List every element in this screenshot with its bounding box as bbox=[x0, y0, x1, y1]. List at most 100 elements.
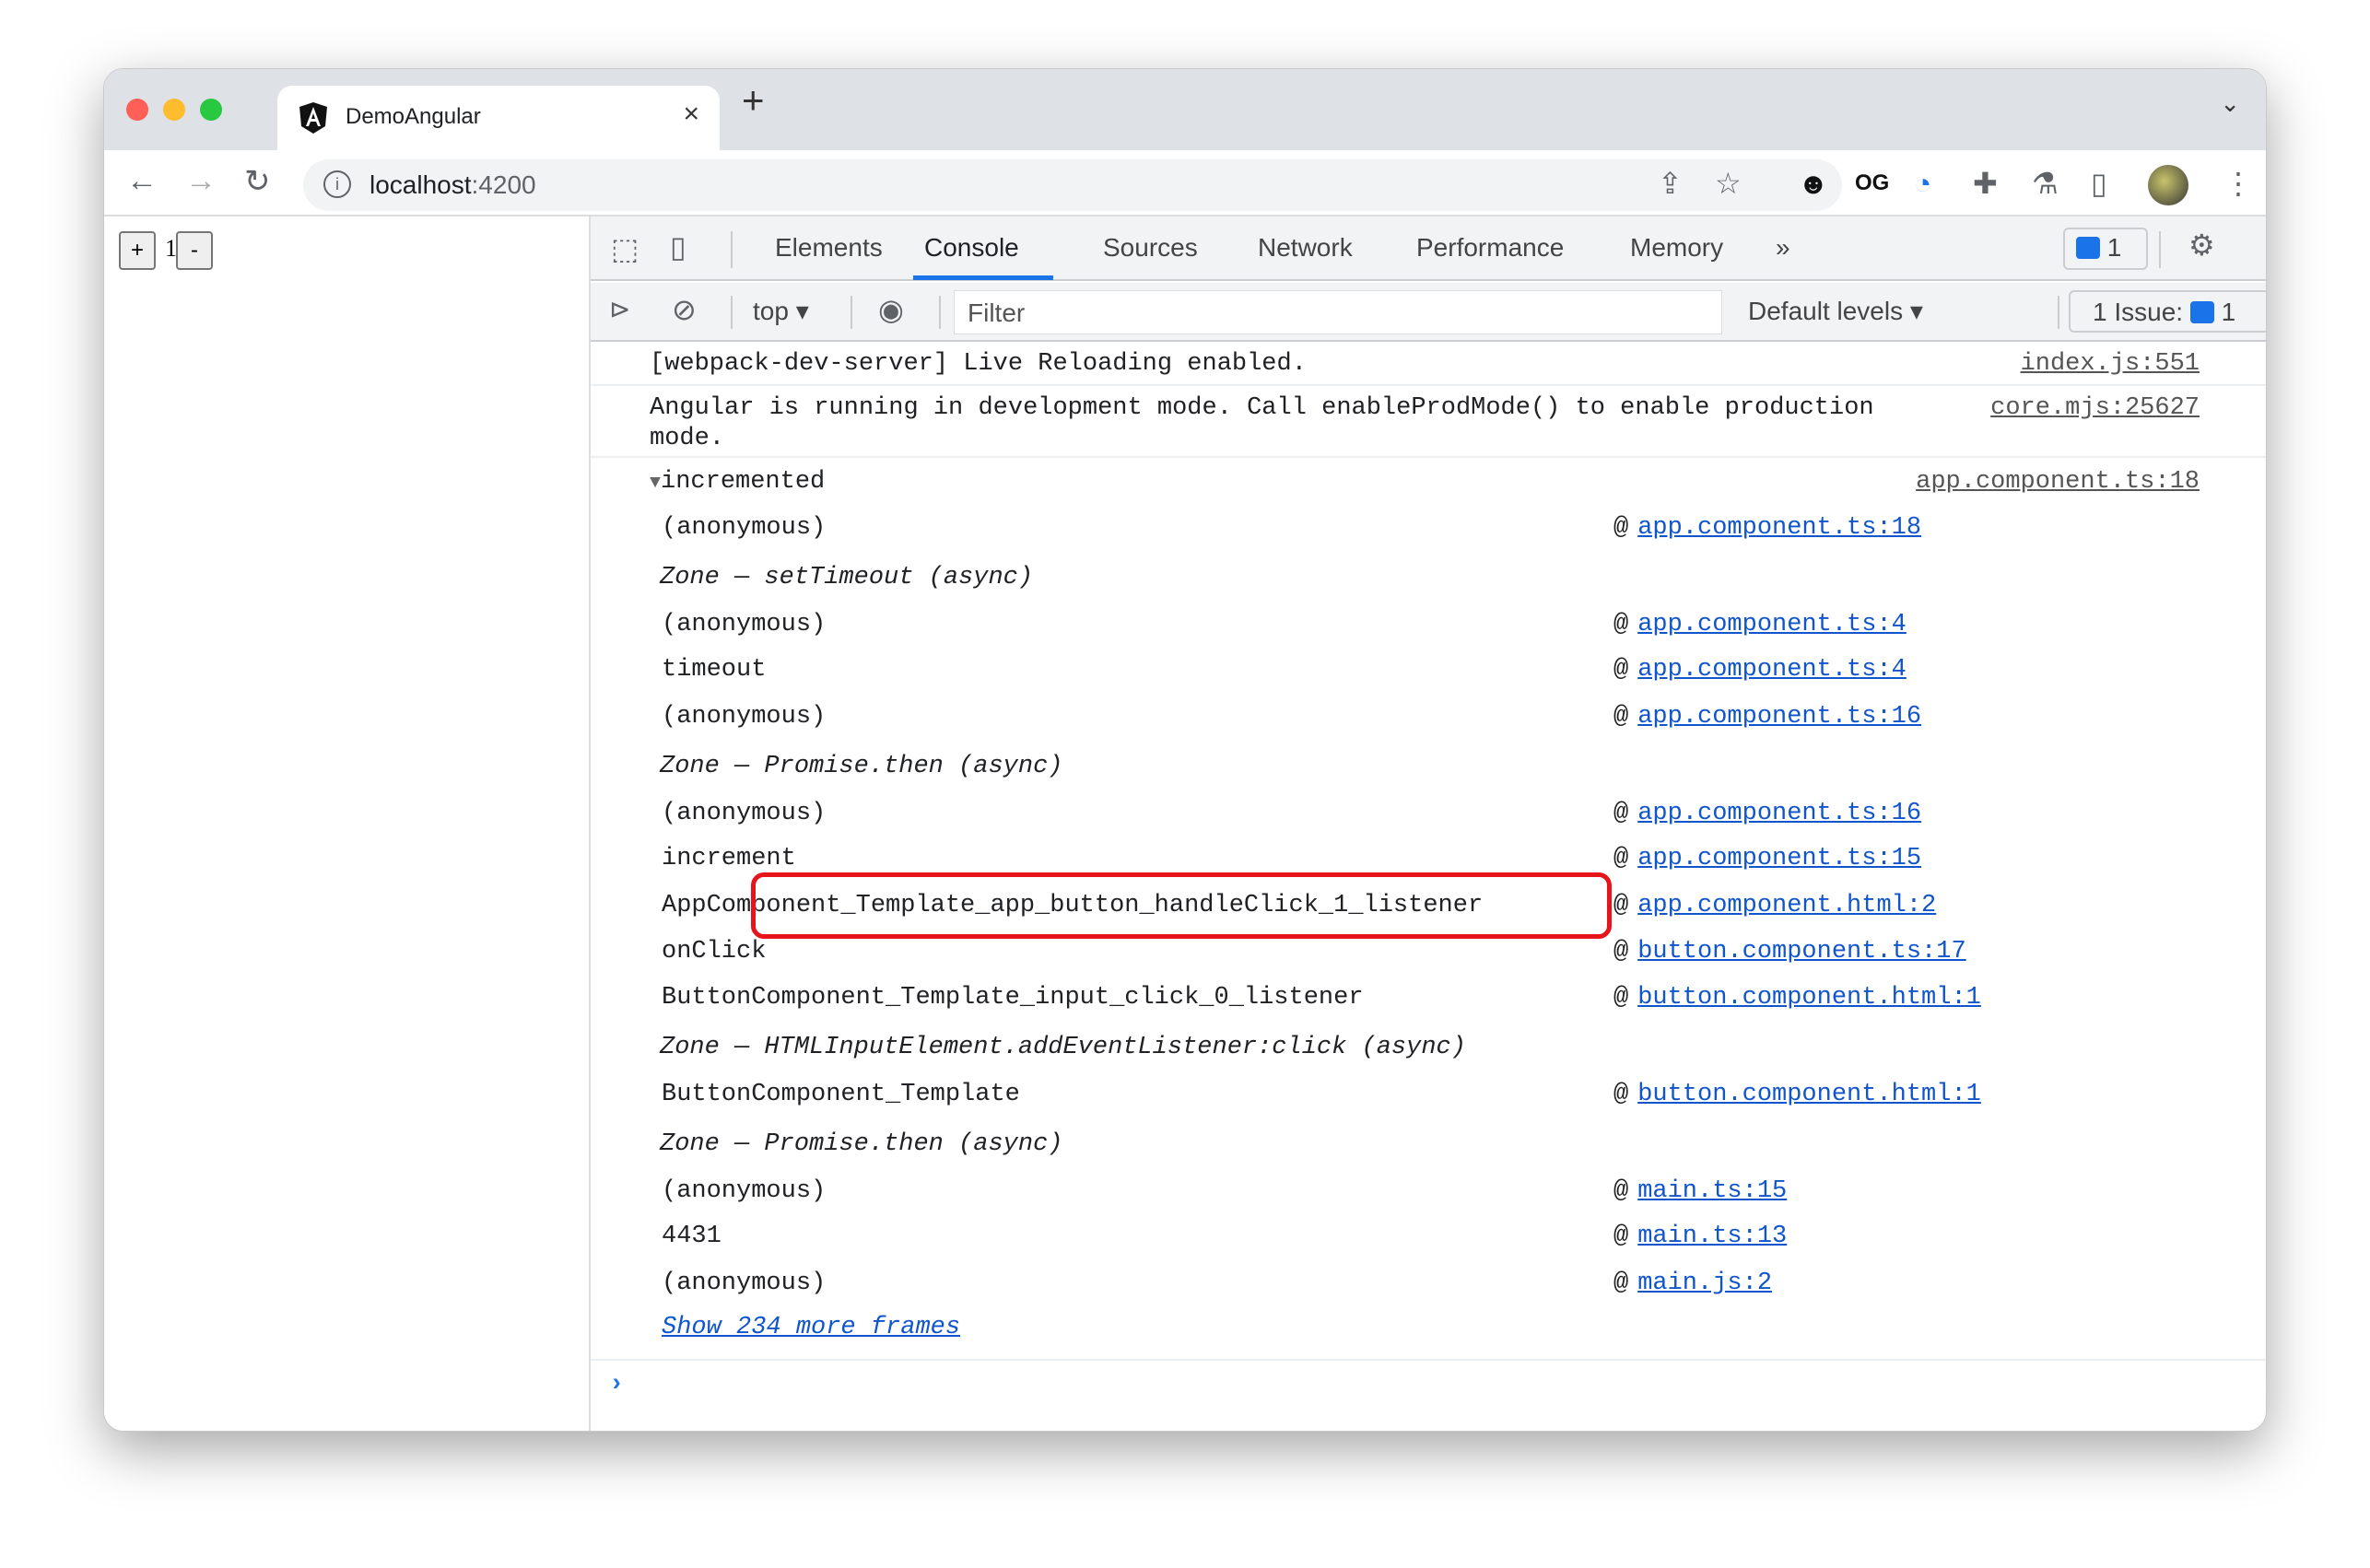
stack-frame-link[interactable]: main.ts:13 bbox=[1637, 1223, 1787, 1250]
sidebar-toggle-icon[interactable]: ⊳ bbox=[609, 294, 630, 324]
live-expression-eye-icon[interactable]: ◉ bbox=[878, 292, 904, 327]
group-label: incremented bbox=[661, 468, 826, 496]
group-toggle[interactable]: ▼incremented bbox=[650, 467, 825, 498]
issues-count: 1 bbox=[2221, 298, 2236, 326]
browser-toolbar: ← → ↻ i localhost:4200 ⇪ ☆ ☻ OG ◔ ✚ ⚗ ▯ … bbox=[104, 150, 2266, 216]
devtools-tab-bar: ⬚ ▯ Elements Console Sources Network Per… bbox=[591, 216, 2266, 281]
stack-frame-function: timeout bbox=[662, 656, 767, 684]
more-tabs-icon[interactable]: » bbox=[1776, 233, 1790, 263]
highlight-box bbox=[751, 872, 1612, 939]
message-source-link[interactable]: index.js:551 bbox=[2021, 349, 2200, 379]
show-more-frames-link[interactable]: Show 234 more frames bbox=[662, 1313, 960, 1342]
tab-performance[interactable]: Performance bbox=[1416, 233, 1564, 263]
at-sign: @ bbox=[1613, 703, 1629, 731]
star-icon[interactable]: ☆ bbox=[1715, 165, 1742, 202]
context-selector[interactable]: top ▾ bbox=[753, 296, 809, 326]
stack-frame-link[interactable]: button.component.html:1 bbox=[1637, 1081, 1981, 1108]
share-icon[interactable]: ⇪ bbox=[1658, 165, 1683, 202]
console-toolbar: ⊳ ⊘ top ▾ ◉ Filter Default levels ▾ 1 Is… bbox=[591, 283, 2266, 342]
flask-labs-icon[interactable]: ⚗ bbox=[2032, 165, 2059, 202]
async-boundary: Zone — HTMLInputElement.addEventListener… bbox=[660, 1034, 1466, 1061]
messages-count: 1 bbox=[2106, 233, 2122, 262]
stack-frame-link[interactable]: main.js:2 bbox=[1637, 1270, 1772, 1297]
message-source-link[interactable]: core.mjs:25627 bbox=[1990, 393, 2200, 423]
stack-frame-link[interactable]: app.component.ts:16 bbox=[1637, 703, 1921, 731]
filter-input[interactable]: Filter bbox=[954, 290, 1722, 334]
tab-memory[interactable]: Memory bbox=[1630, 233, 1723, 263]
expand-triangle-icon: ▼ bbox=[650, 473, 662, 494]
divider bbox=[591, 384, 2266, 386]
stack-frame-link[interactable]: app.component.ts:4 bbox=[1637, 656, 1907, 684]
stack-frame-link[interactable]: app.component.ts:18 bbox=[1637, 514, 1921, 542]
info-icon[interactable]: i bbox=[323, 170, 351, 198]
stack-frame-function: (anonymous) bbox=[662, 800, 827, 827]
divider bbox=[591, 456, 2266, 458]
close-tab-icon[interactable]: × bbox=[683, 99, 699, 130]
stack-frame-source: @ app.component.html:2 bbox=[1613, 891, 1936, 920]
at-sign: @ bbox=[1613, 1223, 1629, 1250]
at-sign: @ bbox=[1613, 892, 1629, 919]
minimize-window-button[interactable] bbox=[163, 99, 185, 121]
tab-search-chevron-icon[interactable]: ⌄ bbox=[2220, 89, 2240, 118]
log-levels-dropdown[interactable]: Default levels ▾ bbox=[1748, 296, 1923, 326]
tab-title: DemoAngular bbox=[346, 104, 481, 129]
profile-avatar[interactable] bbox=[2148, 165, 2188, 205]
tab-strip: DemoAngular × + ⌄ bbox=[104, 69, 2266, 150]
devtools-menu-icon[interactable]: ⋮ bbox=[2255, 228, 2266, 263]
back-arrow-icon[interactable]: ← bbox=[126, 163, 158, 199]
stack-frame-link[interactable]: app.component.ts:16 bbox=[1637, 800, 1921, 827]
issues-button[interactable]: 1 Issue: 1 bbox=[2069, 290, 2266, 333]
stack-frame-source: @ button.component.html:1 bbox=[1613, 1080, 1981, 1109]
stack-frame-source: @ app.component.ts:16 bbox=[1613, 702, 1921, 731]
tab-elements[interactable]: Elements bbox=[775, 233, 883, 263]
hockey-mask-extension-icon[interactable]: ☻ bbox=[1798, 165, 1829, 202]
stack-frame-function: (anonymous) bbox=[662, 703, 827, 731]
device-toolbar-icon[interactable]: ▯ bbox=[670, 229, 686, 264]
stack-frame-source: @ main.ts:13 bbox=[1613, 1222, 1787, 1251]
stack-frame-link[interactable]: button.component.ts:17 bbox=[1637, 938, 1965, 965]
divider bbox=[731, 296, 733, 329]
close-window-button[interactable] bbox=[126, 99, 148, 121]
tab-console[interactable]: Console bbox=[924, 233, 1019, 263]
increment-button[interactable]: + bbox=[119, 231, 156, 270]
side-panel-icon[interactable]: ▯ bbox=[2091, 165, 2107, 202]
puzzle-extensions-icon[interactable]: ✚ bbox=[1973, 165, 1998, 202]
browser-tab[interactable]: DemoAngular × bbox=[277, 86, 720, 150]
stack-frame-function: (anonymous) bbox=[662, 514, 827, 542]
stack-frame-source: @ app.component.ts:4 bbox=[1613, 655, 1907, 685]
decrement-button[interactable]: - bbox=[176, 231, 213, 270]
divider bbox=[591, 1359, 2266, 1361]
group-source-link[interactable]: app.component.ts:18 bbox=[1916, 467, 2200, 497]
reload-icon[interactable]: ↻ bbox=[244, 163, 271, 200]
context-value: top bbox=[753, 297, 789, 325]
angular-logo-icon bbox=[299, 102, 327, 134]
og-incognito-extension-icon[interactable]: OG bbox=[1855, 165, 1889, 202]
log-levels-value: Default levels bbox=[1748, 297, 1904, 325]
divider bbox=[2159, 231, 2161, 268]
password-lock-extension-icon[interactable]: ◔ bbox=[1914, 165, 1931, 202]
tab-sources[interactable]: Sources bbox=[1103, 233, 1198, 263]
clear-console-icon[interactable]: ⊘ bbox=[672, 292, 697, 327]
console-prompt[interactable]: › bbox=[609, 1370, 624, 1399]
stack-frame-link[interactable]: button.component.html:1 bbox=[1637, 984, 1981, 1012]
forward-arrow-icon[interactable]: → bbox=[185, 163, 217, 199]
stack-frame-source: @ main.ts:15 bbox=[1613, 1176, 1787, 1206]
maximize-window-button[interactable] bbox=[200, 99, 222, 121]
at-sign: @ bbox=[1613, 1081, 1629, 1108]
active-tab-indicator bbox=[913, 275, 1053, 280]
stack-frame-link[interactable]: main.ts:15 bbox=[1637, 1177, 1787, 1205]
async-boundary: Zone — setTimeout (async) bbox=[660, 564, 1034, 591]
kebab-menu-icon[interactable]: ⋮ bbox=[2223, 165, 2253, 202]
address-bar[interactable]: i localhost:4200 ⇪ ☆ bbox=[303, 159, 1842, 211]
stack-frame-function: ButtonComponent_Template bbox=[662, 1081, 1020, 1108]
console-message: [webpack-dev-server] Live Reloading enab… bbox=[650, 350, 1307, 378]
inspect-element-icon[interactable]: ⬚ bbox=[611, 231, 639, 266]
stack-frame-link[interactable]: app.component.ts:4 bbox=[1637, 611, 1907, 638]
tab-network[interactable]: Network bbox=[1258, 233, 1353, 263]
settings-gear-icon[interactable]: ⚙ bbox=[2188, 228, 2215, 263]
stack-frame-link[interactable]: app.component.html:2 bbox=[1637, 892, 1936, 919]
new-tab-icon[interactable]: + bbox=[742, 78, 765, 123]
stack-frame-link[interactable]: app.component.ts:15 bbox=[1637, 845, 1921, 872]
stack-frame-source: @ app.component.ts:4 bbox=[1613, 610, 1907, 639]
messages-badge[interactable]: 1 bbox=[2063, 228, 2148, 270]
